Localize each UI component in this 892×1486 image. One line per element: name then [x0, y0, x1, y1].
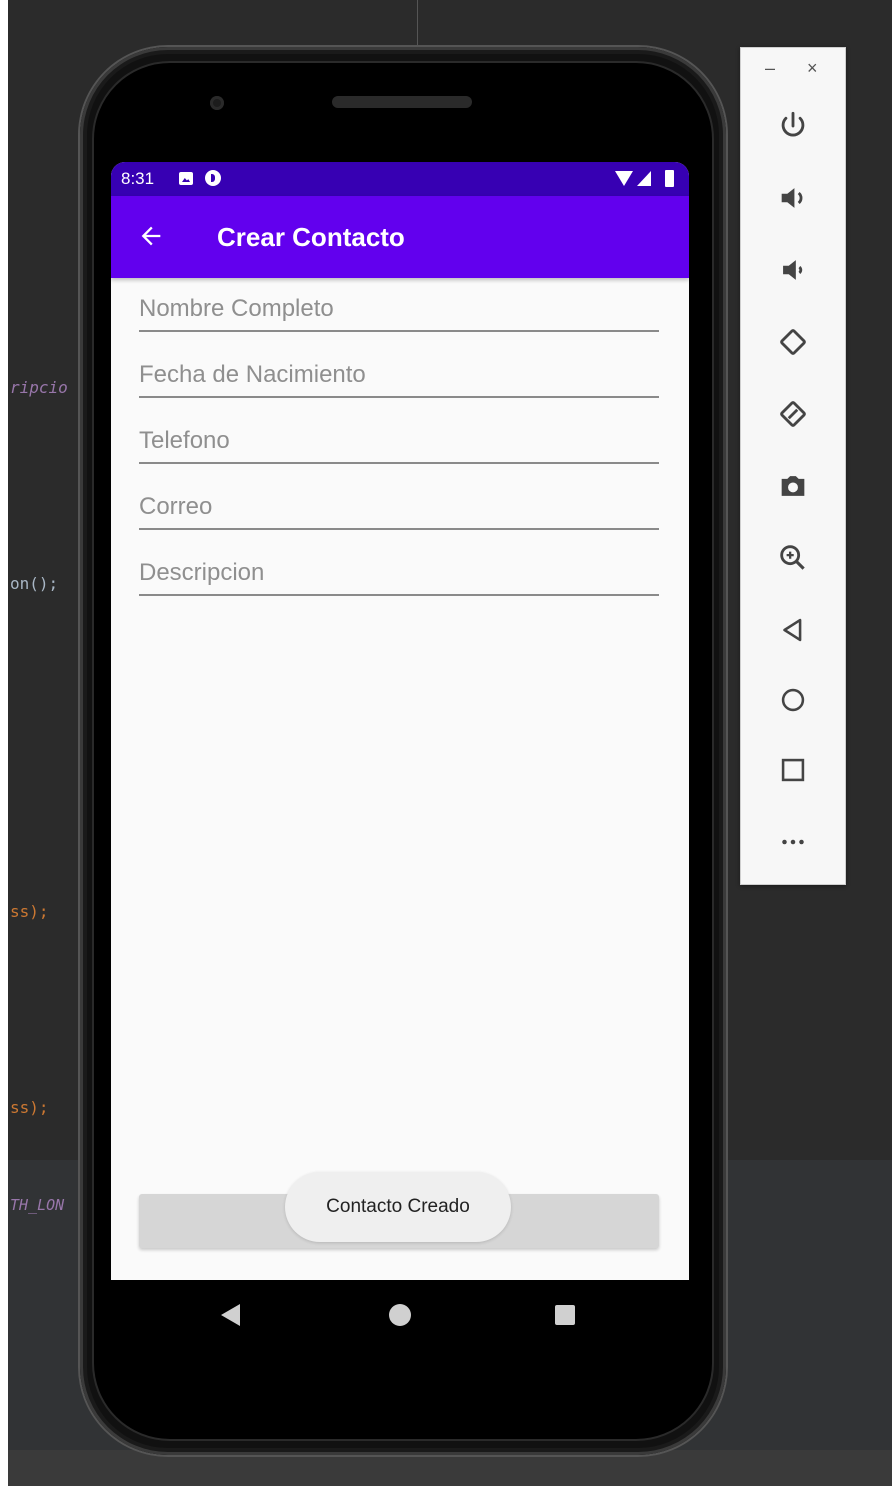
zoom-icon [780, 545, 805, 570]
battery-icon [665, 170, 674, 187]
code-fragment: TH_LON [10, 1196, 65, 1214]
power-icon [781, 111, 805, 137]
code-fragment: ss); [10, 1098, 49, 1117]
code-fragment: ss); [10, 902, 49, 921]
volume-up-icon [781, 188, 803, 208]
back-arrow-icon[interactable] [137, 222, 165, 250]
volume-down-button[interactable] [773, 250, 813, 290]
device-screen: 8:31 Crear Contacto SIGUIENTE Contacto C… [111, 162, 689, 1280]
toast-message: Contacto Creado [285, 1172, 511, 1242]
overview-icon [781, 758, 805, 782]
rotate-left-icon [780, 329, 806, 355]
nav-recents-icon[interactable] [555, 1305, 575, 1325]
power-button[interactable] [773, 106, 813, 146]
emulator-toolbar: – × [740, 47, 846, 885]
home-button[interactable] [773, 680, 813, 720]
birth-date-input[interactable] [139, 356, 659, 394]
rotate-right-button[interactable] [773, 394, 813, 434]
status-bar: 8:31 [111, 162, 689, 196]
image-notification-icon [179, 172, 193, 185]
more-icon [782, 839, 804, 845]
screenshot-button[interactable] [773, 466, 813, 506]
minimize-button[interactable]: – [765, 58, 775, 79]
nav-back-icon[interactable] [221, 1304, 240, 1326]
birth-date-field [139, 356, 659, 398]
system-nav-bar [111, 1280, 689, 1350]
signal-icon [637, 171, 651, 186]
description-input[interactable] [139, 554, 659, 592]
earpiece-speaker [332, 96, 472, 108]
volume-up-button[interactable] [773, 178, 813, 218]
phone-field [139, 422, 659, 464]
code-fragment: ripcio [10, 378, 68, 397]
full-name-field [139, 290, 659, 332]
email-input[interactable] [139, 488, 659, 526]
more-button[interactable] [773, 822, 813, 862]
phone-input[interactable] [139, 422, 659, 460]
app-notification-icon [205, 170, 221, 186]
page-title: Crear Contacto [217, 222, 405, 252]
description-field [139, 554, 659, 596]
app-bar: Crear Contacto [111, 196, 689, 278]
back-icon [783, 618, 802, 642]
email-field [139, 488, 659, 530]
wifi-icon [615, 171, 633, 186]
rotate-left-button[interactable] [773, 322, 813, 362]
window-edge [0, 0, 8, 1486]
back-button[interactable] [773, 610, 813, 650]
rotate-right-icon [780, 401, 806, 427]
zoom-button[interactable] [773, 538, 813, 578]
code-fragment: on(); [10, 574, 59, 593]
status-time: 8:31 [121, 169, 155, 188]
nav-home-icon[interactable] [389, 1304, 411, 1326]
overview-button[interactable] [773, 750, 813, 790]
full-name-input[interactable] [139, 290, 659, 328]
camera-icon [781, 476, 805, 496]
front-camera [210, 96, 224, 110]
home-icon [781, 688, 805, 712]
volume-down-icon [783, 260, 803, 280]
ide-status-bar [8, 1450, 892, 1486]
close-button[interactable]: × [807, 58, 818, 79]
